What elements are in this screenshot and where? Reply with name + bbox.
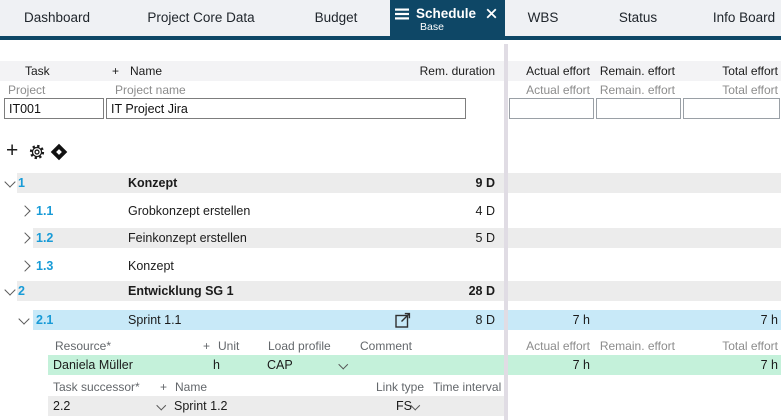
chevron-right-icon[interactable] (19, 205, 31, 217)
resource-name: Daniela Müller (53, 358, 133, 372)
project-total-label: Total effort (722, 83, 778, 97)
col-rem-duration: Rem. duration (419, 64, 495, 78)
chevron-down-icon[interactable] (4, 284, 16, 296)
task-number: 2 (18, 284, 25, 298)
col-remain-effort: Remain. effort (599, 339, 675, 353)
tab-schedule-sublabel: Base (420, 21, 444, 33)
chevron-down-icon[interactable] (18, 313, 30, 325)
task-row-selected[interactable]: 2.1 Sprint 1.1 8 D 7 h 7 h (0, 310, 781, 330)
successor-task[interactable]: 2.2 (53, 396, 70, 416)
tab-schedule[interactable]: Schedule Base (390, 0, 505, 40)
successor-name: Sprint 1.2 (174, 399, 228, 413)
task-row[interactable]: 1.1 Grobkonzept erstellen 4 D (0, 201, 781, 221)
tab-wbs[interactable]: WBS (513, 0, 573, 36)
col-resource: Resource* (55, 339, 112, 353)
col-time-interval: Time interval (433, 380, 502, 394)
col-name: Name (175, 380, 208, 394)
project-total-effort-input[interactable] (683, 98, 780, 119)
task-rem-duration: 4 D (475, 204, 495, 218)
task-rem-duration: 28 D (468, 284, 495, 298)
task-name: Feinkonzept erstellen (128, 231, 247, 245)
task-name: Konzept (128, 176, 178, 190)
task-number: 1 (18, 176, 25, 190)
task-name: Konzept (128, 259, 174, 273)
col-total-effort: Total effort (722, 64, 778, 78)
task-number: 1.1 (36, 204, 54, 218)
project-id-input[interactable] (4, 98, 104, 119)
tab-info-board[interactable]: Info Board (699, 0, 781, 36)
task-row[interactable]: 1.2 Feinkonzept erstellen 5 D (0, 228, 781, 248)
resource-actual-effort: 7 h (572, 358, 590, 372)
resource-unit: h (213, 358, 220, 372)
col-name-plus-icon[interactable]: + (112, 61, 119, 81)
task-total-effort: 7 h (760, 313, 778, 327)
resource-plus-icon[interactable]: + (203, 337, 210, 355)
task-rem-duration: 9 D (475, 176, 495, 190)
project-remain-label: Remain. effort (599, 83, 675, 97)
successor-plus-icon[interactable]: + (160, 378, 167, 396)
project-name-label: Project name (115, 83, 186, 97)
resource-table-header: Resource* + Unit Load profile Comment Ac… (0, 337, 781, 355)
task-number: 1.2 (36, 231, 54, 245)
col-remain-effort: Remain. effort (599, 64, 675, 78)
task-row[interactable]: 1.3 Konzept (0, 256, 781, 276)
task-row[interactable]: 1 Konzept 9 D (0, 173, 781, 193)
col-link-type: Link type (376, 380, 425, 394)
col-unit: Unit (218, 339, 240, 353)
row-band (48, 355, 781, 375)
col-total-effort: Total effort (722, 339, 778, 353)
col-load-profile: Load profile (268, 339, 331, 353)
plus-icon[interactable]: + (6, 140, 18, 161)
project-name-input[interactable] (106, 98, 466, 119)
successor-table-header: Task successor* + Name Link type Time in… (0, 378, 781, 396)
task-actual-effort: 7 h (572, 313, 590, 327)
milestone-icon[interactable] (50, 143, 68, 161)
gear-icon[interactable] (28, 143, 46, 161)
task-rem-duration: 5 D (475, 231, 495, 245)
successor-row[interactable]: 2.2 Sprint 1.2 FS (0, 396, 781, 416)
tab-status[interactable]: Status (598, 0, 678, 36)
task-name: Grobkonzept erstellen (128, 204, 251, 218)
tab-bar: Dashboard Project Core Data Budget Sched… (0, 0, 781, 40)
successor-link-type[interactable]: FS (396, 396, 412, 416)
tab-dashboard[interactable]: Dashboard (16, 0, 98, 36)
col-name: Name (130, 64, 163, 78)
open-external-icon[interactable] (393, 310, 413, 330)
tab-budget[interactable]: Budget (296, 0, 376, 36)
chevron-down-icon[interactable] (4, 176, 16, 188)
tab-project-core-data[interactable]: Project Core Data (134, 0, 268, 36)
task-name: Entwicklung SG 1 (128, 284, 234, 298)
resource-row[interactable]: Daniela Müller h CAP 7 h 7 h (0, 355, 781, 375)
task-rem-duration (435, 256, 495, 276)
project-actual-effort-input[interactable] (509, 98, 594, 119)
task-number: 1.3 (36, 259, 54, 273)
menu-icon[interactable] (395, 8, 409, 20)
col-actual-effort: Actual effort (526, 64, 590, 78)
task-rem-duration: 8 D (475, 313, 495, 327)
task-row[interactable]: 2 Entwicklung SG 1 28 D (0, 281, 781, 301)
col-task: Task (25, 64, 50, 78)
tab-schedule-label: Schedule (416, 6, 477, 21)
resource-load-profile[interactable]: CAP (267, 355, 293, 375)
close-icon[interactable] (486, 8, 497, 19)
col-actual-effort: Actual effort (526, 339, 590, 353)
schedule-app: Dashboard Project Core Data Budget Sched… (0, 0, 781, 420)
chevron-right-icon[interactable] (19, 260, 31, 272)
row-band (48, 396, 505, 416)
resource-total-effort: 7 h (760, 358, 778, 372)
task-name: Sprint 1.1 (128, 313, 182, 327)
project-actual-label: Actual effort (526, 83, 590, 97)
project-type-label: Project (8, 83, 46, 97)
col-task-successor: Task successor* (53, 380, 140, 394)
panel-separator[interactable] (504, 44, 508, 420)
task-number: 2.1 (36, 313, 54, 327)
col-comment: Comment (360, 339, 413, 353)
project-remain-effort-input[interactable] (596, 98, 681, 119)
chevron-right-icon[interactable] (19, 232, 31, 244)
